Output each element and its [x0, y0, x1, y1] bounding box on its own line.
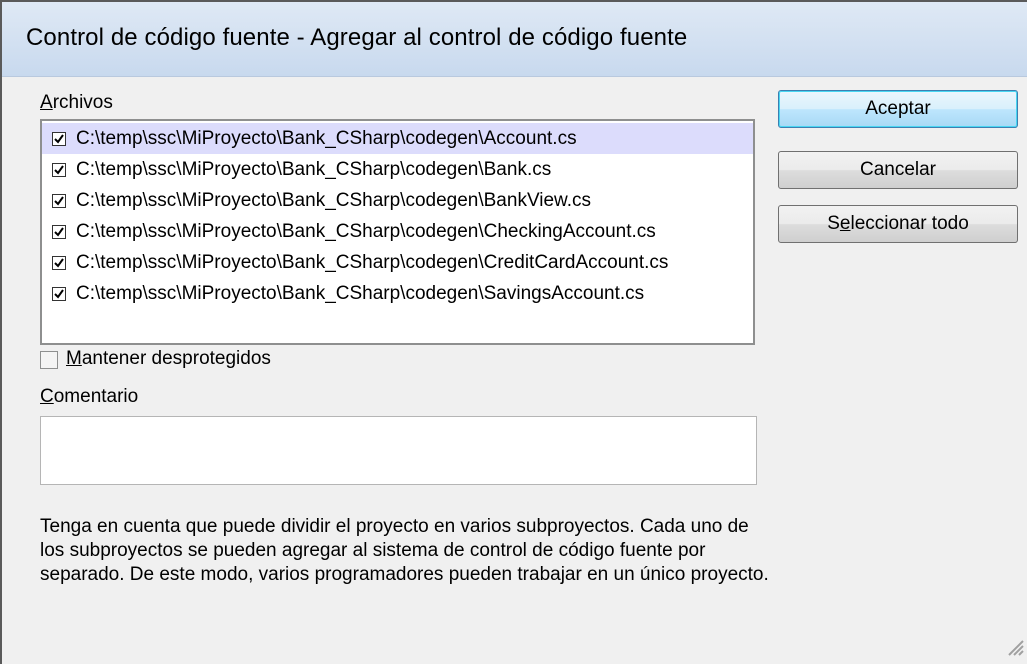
keep-checked-out-label[interactable]: Mantener desprotegidos [66, 348, 271, 370]
file-path: C:\temp\ssc\MiProyecto\Bank_CSharp\codeg… [76, 220, 656, 242]
info-note: Tenga en cuenta que puede dividir el pro… [40, 516, 769, 585]
window-title: Control de código fuente - Agregar al co… [26, 24, 688, 51]
file-path: C:\temp\ssc\MiProyecto\Bank_CSharp\codeg… [76, 251, 669, 273]
file-checkbox[interactable] [52, 131, 66, 146]
file-path: C:\temp\ssc\MiProyecto\Bank_CSharp\codeg… [76, 158, 552, 180]
file-list-item[interactable]: C:\temp\ssc\MiProyecto\Bank_CSharp\codeg… [42, 154, 753, 185]
file-path: C:\temp\ssc\MiProyecto\Bank_CSharp\codeg… [76, 127, 577, 149]
file-checkbox[interactable] [52, 255, 66, 270]
files-label: Archivos [40, 92, 113, 113]
file-checkbox[interactable] [52, 162, 66, 177]
accept-button[interactable]: Aceptar [778, 90, 1018, 128]
resize-grip-icon[interactable] [1003, 635, 1025, 662]
file-checkbox[interactable] [52, 193, 66, 208]
file-list-item[interactable]: C:\temp\ssc\MiProyecto\Bank_CSharp\codeg… [42, 247, 753, 278]
file-path: C:\temp\ssc\MiProyecto\Bank_CSharp\codeg… [76, 282, 645, 304]
file-list-item[interactable]: C:\temp\ssc\MiProyecto\Bank_CSharp\codeg… [42, 278, 753, 309]
file-checkbox[interactable] [52, 286, 66, 301]
files-listbox[interactable]: C:\temp\ssc\MiProyecto\Bank_CSharp\codeg… [40, 119, 755, 345]
cancel-button[interactable]: Cancelar [778, 151, 1018, 189]
comment-textarea[interactable] [40, 416, 757, 485]
select-all-button[interactable]: Se leccionar todo [778, 205, 1018, 243]
file-list-item[interactable]: C:\temp\ssc\MiProyecto\Bank_CSharp\codeg… [42, 123, 753, 154]
file-checkbox[interactable] [52, 224, 66, 239]
title-bar[interactable]: Control de código fuente - Agregar al co… [2, 2, 1027, 77]
file-list-item[interactable]: C:\temp\ssc\MiProyecto\Bank_CSharp\codeg… [42, 216, 753, 247]
comment-label: Comentario [40, 386, 139, 407]
keep-checked-out-checkbox[interactable] [40, 351, 58, 369]
file-path: C:\temp\ssc\MiProyecto\Bank_CSharp\codeg… [76, 189, 592, 211]
file-list-item[interactable]: C:\temp\ssc\MiProyecto\Bank_CSharp\codeg… [42, 185, 753, 216]
dialog-window: Control de código fuente - Agregar al co… [0, 0, 1027, 664]
dialog-body: Archivos C:\temp\ssc\MiProyecto\Bank_CSh… [2, 77, 1027, 664]
